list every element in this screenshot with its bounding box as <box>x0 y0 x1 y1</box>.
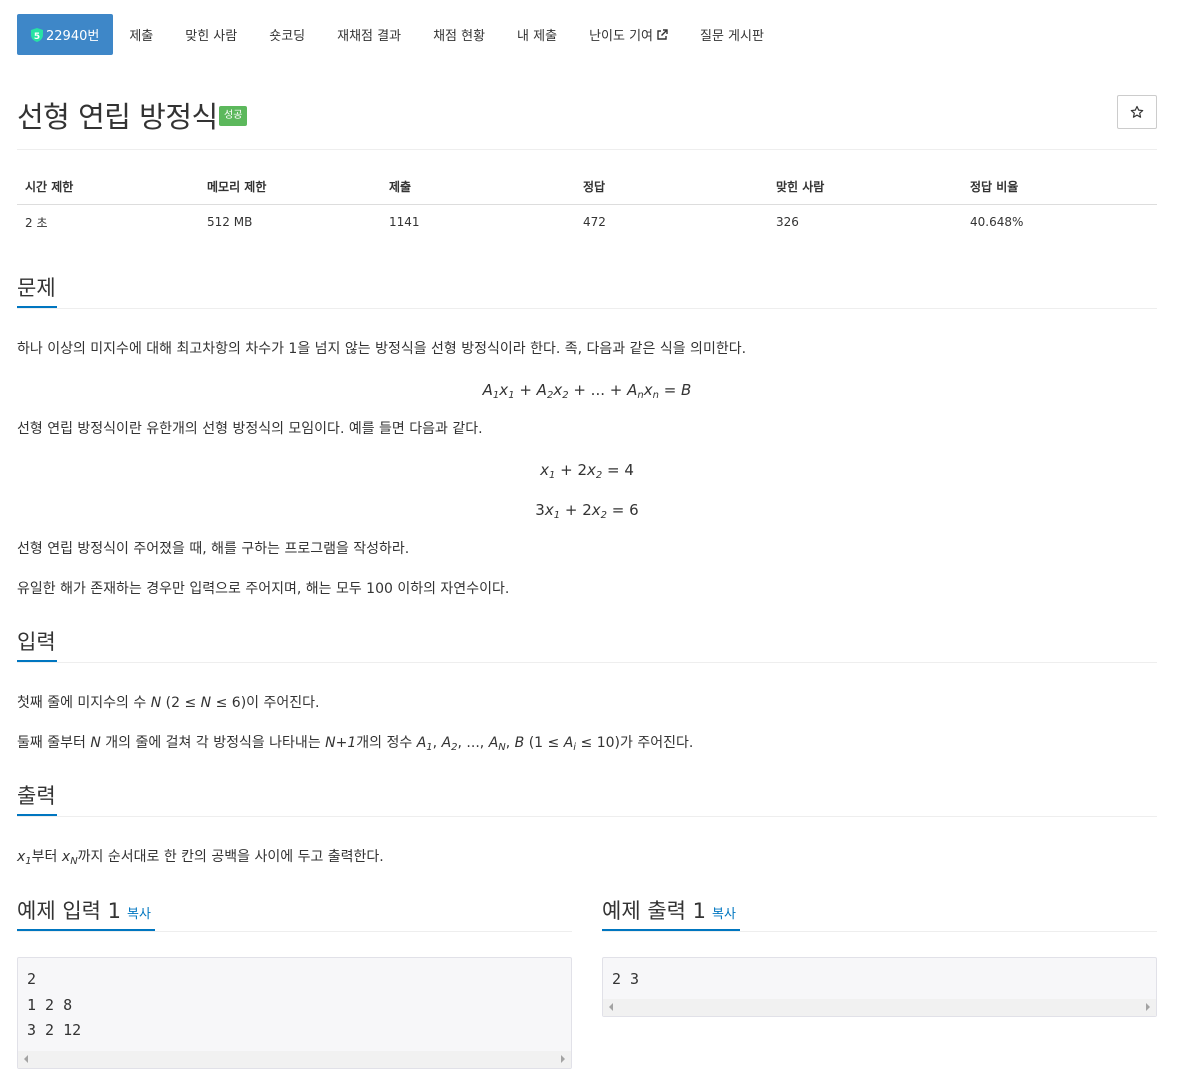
favorite-button[interactable] <box>1117 95 1157 129</box>
sample-output-scrollbar[interactable] <box>603 999 1156 1016</box>
status-badge: 성공 <box>219 106 248 126</box>
title-divider <box>17 149 1157 150</box>
sample-output-rule <box>602 931 1157 932</box>
submissions-value: 1141 <box>389 215 420 230</box>
nav-solved-users[interactable]: 맞힌 사람 <box>169 14 253 55</box>
input-paragraph-2: 둘째 줄부터 N 개의 줄에 걸쳐 각 방정식을 나타내는 N+1개의 정수 A… <box>17 735 694 753</box>
solved-users-value: 326 <box>776 215 799 230</box>
sample-input-box[interactable]: 2 1 2 8 3 2 12 <box>17 957 572 1069</box>
memory-limit-value: 512 MB <box>207 215 253 230</box>
sample-input-scrollbar[interactable] <box>18 1051 571 1068</box>
problem-paragraph-2: 선형 연립 방정식이란 유한개의 선형 방정식의 모임이다. 예를 들면 다음과… <box>17 421 483 437</box>
problem-paragraph-1: 하나 이상의 미지수에 대해 최고차항의 차수가 1을 넘지 않는 방정식을 선… <box>17 341 747 357</box>
sample-output-content: 2 3 <box>612 970 640 988</box>
shield-icon: 5 <box>31 27 43 42</box>
problem-nav: 5 22940번 제출 맞힌 사람 숏코딩 재채점 결과 채점 현황 내 제출 … <box>17 14 780 55</box>
nav-question-board[interactable]: 질문 게시판 <box>684 14 780 55</box>
nav-submit[interactable]: 제출 <box>113 14 169 55</box>
section-problem-rule <box>17 308 1157 309</box>
nav-short-coding[interactable]: 숏코딩 <box>253 14 321 55</box>
section-input-heading: 입력 <box>17 630 56 654</box>
problem-paragraph-3: 선형 연립 방정식이 주어졌을 때, 해를 구하는 프로그램을 작성하라. <box>17 541 410 557</box>
accept-ratio-value: 40.648% <box>970 215 1024 230</box>
equation-example-2: 3x1 + 2x2 = 6 <box>535 501 639 521</box>
accepted-value: 472 <box>583 215 606 230</box>
nav-difficulty-contribution[interactable]: 난이도 기여 <box>573 14 684 55</box>
svg-text:5: 5 <box>34 32 40 42</box>
problem-number-label: 22940번 <box>46 29 100 44</box>
header-accepted: 정답 <box>575 170 768 205</box>
time-limit-value: 2 초 <box>25 215 48 230</box>
sample-input-content: 2 1 2 8 3 2 12 <box>27 970 82 1039</box>
equation-example-1: x1 + 2x2 = 4 <box>540 461 634 481</box>
scroll-left-icon[interactable] <box>24 1055 28 1063</box>
scroll-left-icon[interactable] <box>609 1003 613 1011</box>
header-memory-limit: 메모리 제한 <box>199 170 381 205</box>
input-paragraph-1: 첫째 줄에 미지수의 수 N (2 ≤ N ≤ 6)이 주어진다. <box>17 695 320 711</box>
page-title: 선형 연립 방정식 <box>17 100 218 134</box>
section-input-rule <box>17 662 1157 663</box>
copy-sample-input-button[interactable]: 복사 <box>127 907 151 922</box>
problem-paragraph-4: 유일한 해가 존재하는 경우만 입력으로 주어지며, 해는 모두 100 이하의… <box>17 581 510 597</box>
header-submissions: 제출 <box>381 170 575 205</box>
nav-my-submissions[interactable]: 내 제출 <box>501 14 573 55</box>
sample-input-heading: 예제 입력 1 복사 <box>17 899 151 923</box>
section-output-heading: 출력 <box>17 784 56 808</box>
output-paragraph-1: x1부터 xN까지 순서대로 한 칸의 공백을 사이에 두고 출력한다. <box>17 849 384 867</box>
table-row: 2 초 512 MB 1141 472 326 40.648% <box>17 204 1157 240</box>
header-solved-users: 맞힌 사람 <box>768 170 962 205</box>
header-accept-ratio: 정답 비율 <box>962 170 1157 205</box>
copy-sample-output-button[interactable]: 복사 <box>712 907 736 922</box>
external-link-icon <box>657 28 668 40</box>
nav-problem-number[interactable]: 5 22940번 <box>17 14 114 55</box>
star-icon <box>1130 105 1144 118</box>
section-problem-heading: 문제 <box>17 276 56 300</box>
sample-output-heading: 예제 출력 1 복사 <box>602 899 736 923</box>
sample-input-rule <box>17 931 572 932</box>
scroll-right-icon[interactable] <box>561 1055 565 1063</box>
problem-title-row: 선형 연립 방정식 성공 <box>17 90 1157 138</box>
nav-judge-status[interactable]: 채점 현황 <box>417 14 501 55</box>
table-header-row: 시간 제한 메모리 제한 제출 정답 맞힌 사람 정답 비율 <box>17 170 1157 205</box>
section-output-rule <box>17 816 1157 817</box>
sample-output-box[interactable]: 2 3 <box>602 957 1157 1017</box>
scroll-right-icon[interactable] <box>1146 1003 1150 1011</box>
problem-info-table: 시간 제한 메모리 제한 제출 정답 맞힌 사람 정답 비율 2 초 512 M… <box>17 170 1157 240</box>
equation-general: A1x1 + A2x2 + ... + Anxn = B <box>482 381 692 401</box>
nav-rejudge-results[interactable]: 재채점 결과 <box>321 14 417 55</box>
header-time-limit: 시간 제한 <box>17 170 199 205</box>
